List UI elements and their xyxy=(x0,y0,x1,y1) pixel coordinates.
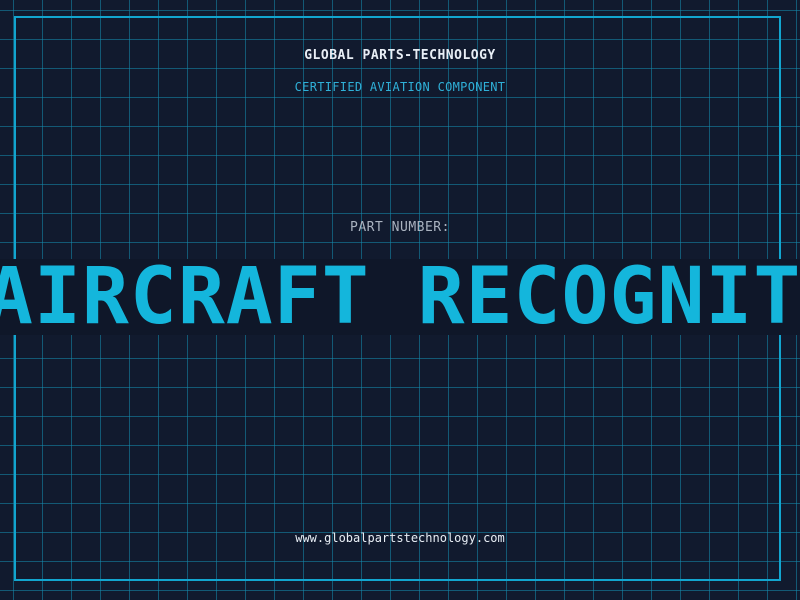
part-number-value: AIRCRAFT RECOGNITION xyxy=(0,259,800,335)
certification-subtitle: CERTIFIED AVIATION COMPONENT xyxy=(294,80,506,94)
company-name: GLOBAL PARTS-TECHNOLOGY xyxy=(304,48,496,63)
part-number-label: PART NUMBER: xyxy=(350,220,450,235)
part-number-band: AIRCRAFT RECOGNITION xyxy=(0,259,800,335)
website-link[interactable]: www.globalpartstechnology.com xyxy=(0,531,800,545)
certificate-page: GLOBAL PARTS-TECHNOLOGY CERTIFIED AVIATI… xyxy=(0,0,800,600)
